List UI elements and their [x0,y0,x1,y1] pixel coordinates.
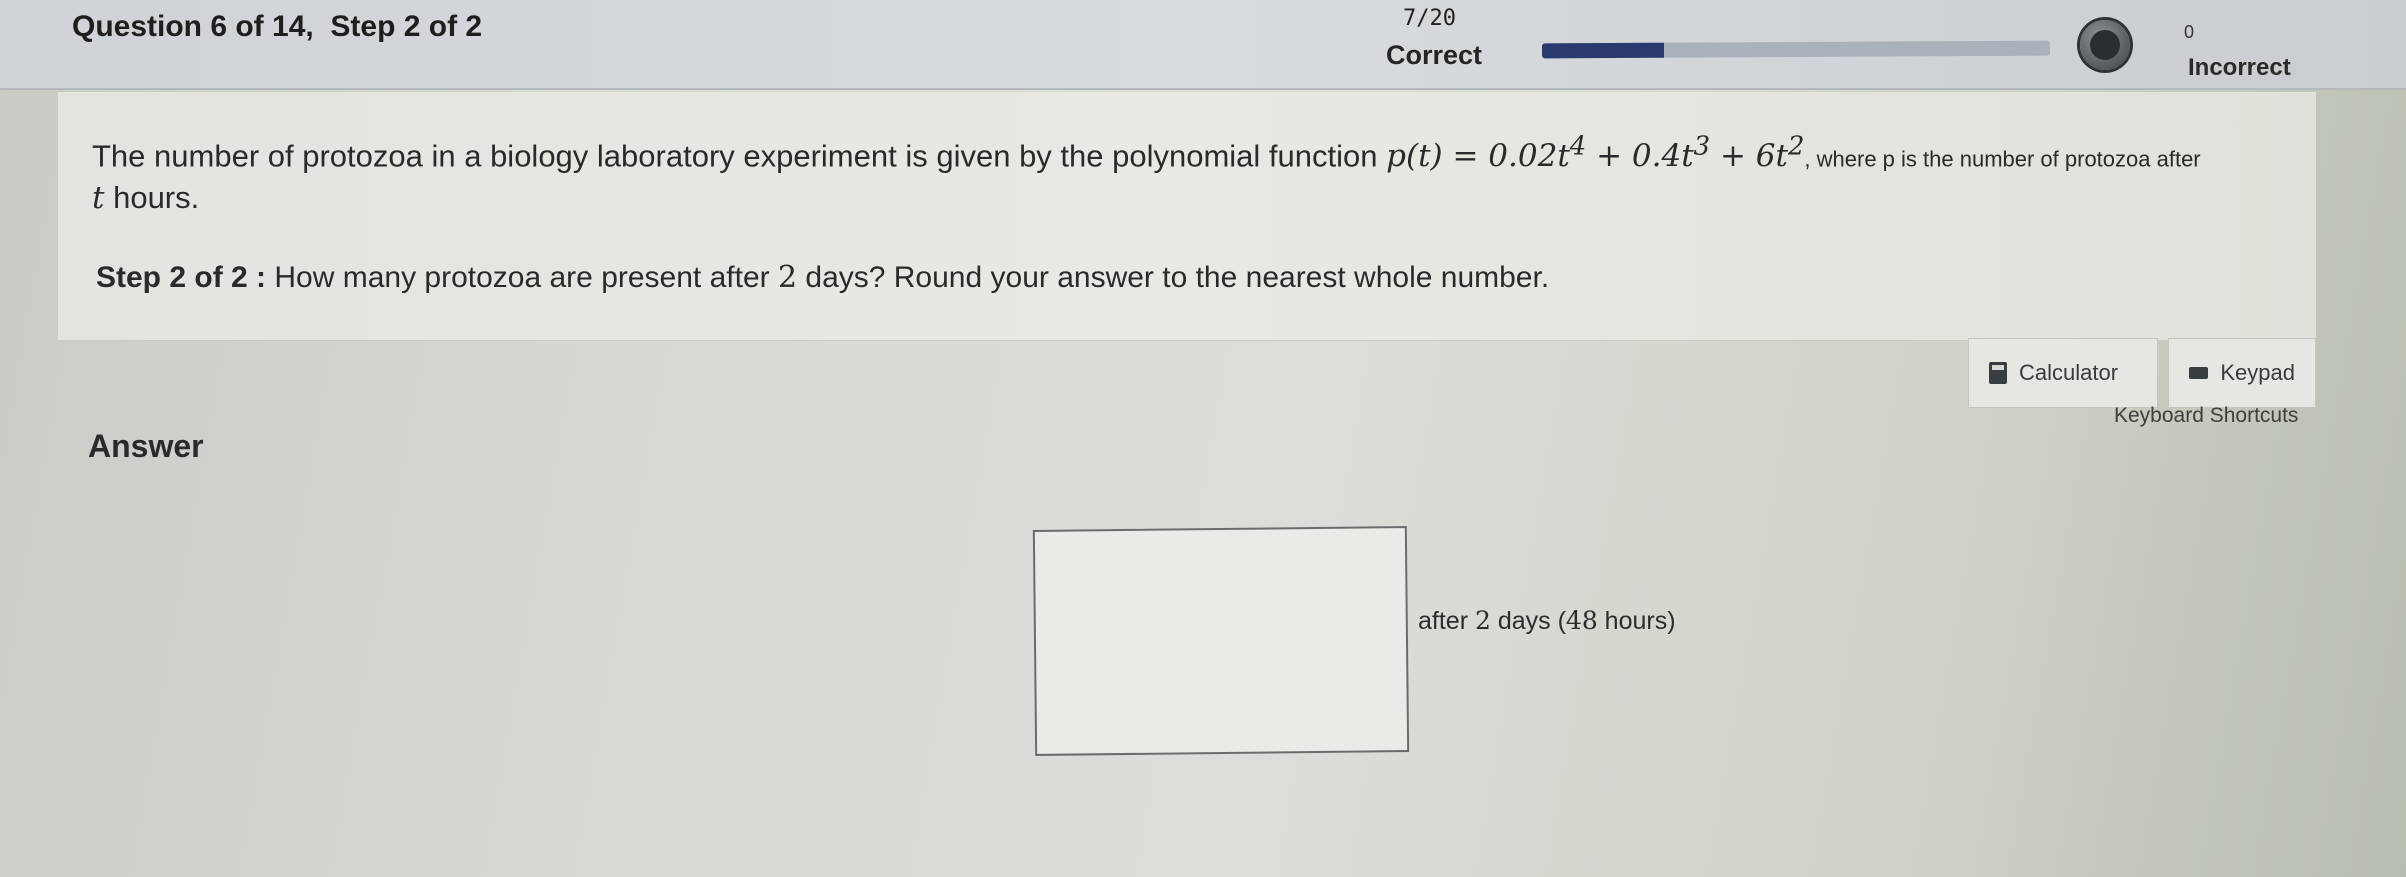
question-text-line2: t hours. [92,180,200,216]
incorrect-count: 0 [2184,22,2195,42]
question-intro: The number of protozoa in a biology labo… [92,138,1387,174]
keypad-button[interactable]: Keypad [2168,338,2316,408]
incorrect-label: Incorrect [2188,54,2291,81]
header-bar: Question 6 of 14, Step 2 of 2 7/20 Corre… [0,0,2406,90]
question-text: The number of protozoa in a biology labo… [92,132,2201,174]
function-expression: p(t) = 0.02t4 + 0.4t3 + 6t2 [1386,132,1805,175]
progress-bar [1541,40,2051,59]
answer-label: Answer [88,428,204,464]
question-title: Question 6 of 14, Step 2 of 2 [72,10,483,43]
step-label: Step 2 of 2 : [96,261,267,294]
keypad-label: Keypad [2220,360,2295,385]
calculator-button[interactable]: Calculator [1968,338,2158,408]
question-tail: , where p is the number of protozoa afte… [1804,146,2201,172]
medal-icon [2080,20,2130,70]
question-card: The number of protozoa in a biology labo… [58,92,2316,341]
answer-input[interactable] [1032,526,1410,756]
keyboard-shortcuts-link[interactable]: Keyboard Shortcuts [2114,404,2298,428]
answer-suffix: after 2 days (48 hours) [1418,606,1676,635]
correct-label: Correct [1386,40,1483,70]
score-fraction: 7/20 [1403,6,1456,31]
calculator-icon [1989,362,2007,384]
calculator-label: Calculator [2019,360,2119,385]
progress-fill [1541,42,1664,59]
keypad-icon [2189,367,2209,379]
medal-center [2090,30,2120,60]
step-prompt: Step 2 of 2 : How many protozoa are pres… [96,260,1550,295]
